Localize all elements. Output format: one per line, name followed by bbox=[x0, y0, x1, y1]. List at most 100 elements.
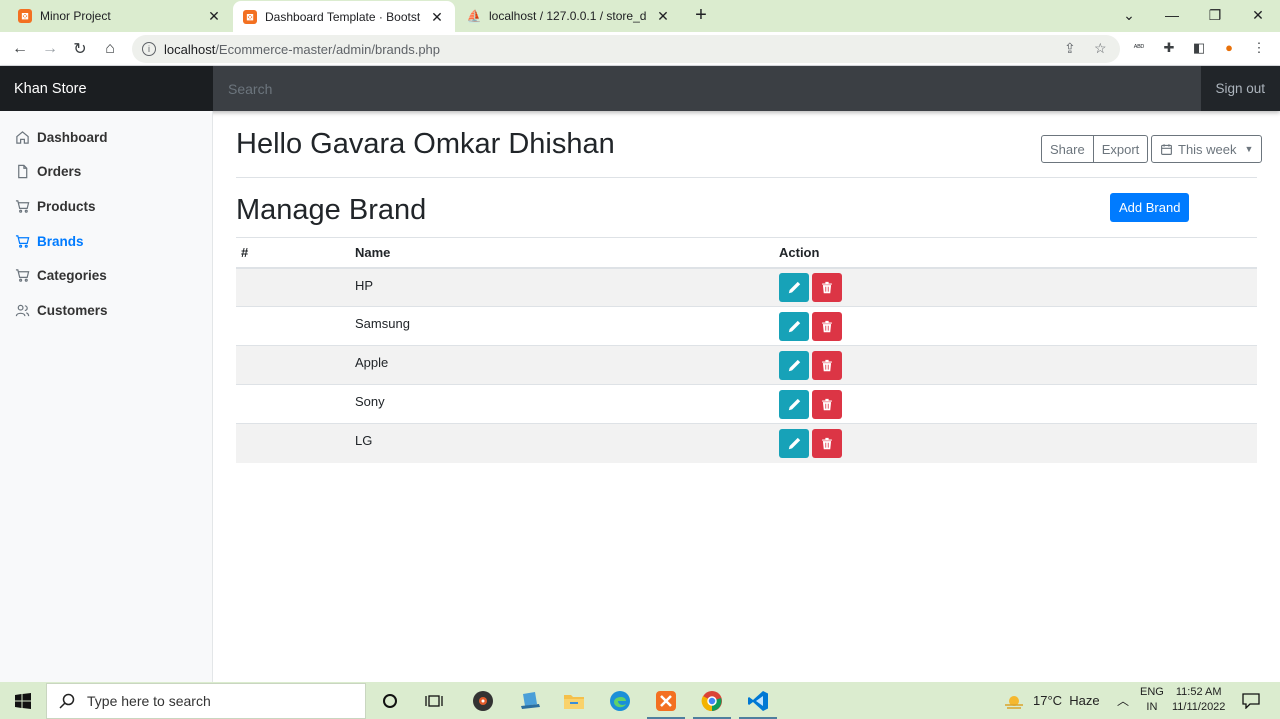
brand-logo[interactable]: Khan Store bbox=[0, 66, 213, 111]
period-dropdown[interactable]: This week ▼ bbox=[1151, 135, 1263, 163]
profile-avatar-icon[interactable]: ● bbox=[1220, 40, 1238, 55]
cell-number bbox=[236, 345, 350, 385]
share-button[interactable]: Share bbox=[1041, 135, 1094, 163]
share-icon[interactable]: ⇪ bbox=[1064, 40, 1076, 57]
edit-button[interactable] bbox=[779, 428, 809, 458]
browser-tab-strip: ⊠ Minor Project ✕ ⊠ Dashboard Template ·… bbox=[0, 0, 1280, 33]
table-row: HP bbox=[236, 267, 1257, 307]
tab-label: Dashboard Template · Bootstrap bbox=[265, 10, 421, 24]
file-explorer-icon[interactable] bbox=[561, 688, 587, 714]
header-divider bbox=[236, 177, 1257, 178]
trash-icon bbox=[822, 281, 832, 293]
sidebar-item-label: Dashboard bbox=[37, 129, 108, 145]
tab-label: localhost / 127.0.0.1 / store_db / bbox=[489, 9, 647, 23]
puzzle-icon[interactable]: ✚ bbox=[1160, 40, 1178, 56]
sidebar-item-customers[interactable]: Customers bbox=[14, 298, 108, 322]
table-row: Sony bbox=[236, 384, 1257, 424]
cell-actions bbox=[774, 345, 1257, 385]
table-row: Samsung bbox=[236, 306, 1257, 346]
address-bar[interactable]: i localhost/Ecommerce-master/admin/brand… bbox=[132, 35, 1120, 63]
reload-icon[interactable]: ↻ bbox=[68, 37, 92, 61]
sidebar-item-label: Categories bbox=[37, 267, 107, 283]
xampp-icon: ⊠ bbox=[243, 10, 257, 24]
clock-time: 11:52 AM bbox=[1175, 686, 1222, 698]
forward-icon[interactable]: → bbox=[38, 37, 62, 61]
chrome-browser-icon[interactable] bbox=[699, 688, 725, 714]
language-top: ENG bbox=[1140, 686, 1164, 698]
pencil-icon bbox=[788, 398, 800, 410]
sidebar-item-brands[interactable]: Brands bbox=[14, 229, 84, 253]
export-button[interactable]: Export bbox=[1093, 135, 1149, 163]
menu-kebab-icon[interactable]: ⋮ bbox=[1250, 40, 1268, 56]
home-icon[interactable]: ⌂ bbox=[98, 37, 122, 61]
cell-name: HP bbox=[350, 267, 774, 307]
extension-icon[interactable]: ᴬᴮᴰ bbox=[1130, 43, 1148, 52]
system-clock[interactable]: 11:52 AM 11/11/2022 bbox=[1172, 685, 1225, 715]
delete-button[interactable] bbox=[812, 311, 842, 341]
search-icon bbox=[59, 693, 75, 709]
show-hidden-icons-chevron-icon[interactable]: ︿ bbox=[1117, 682, 1129, 719]
sidebar-item-label: Products bbox=[37, 198, 96, 214]
edit-button[interactable] bbox=[779, 272, 809, 302]
notification-icon[interactable] bbox=[1238, 688, 1264, 714]
cell-name: Sony bbox=[350, 384, 774, 424]
sidebar-item-dashboard[interactable]: Dashboard bbox=[14, 125, 108, 149]
tab-phpmyadmin[interactable]: ⛵ localhost / 127.0.0.1 / store_db / ✕ bbox=[457, 0, 681, 32]
delete-button[interactable] bbox=[812, 389, 842, 419]
new-tab-icon[interactable]: + bbox=[690, 4, 712, 27]
sidebar-item-orders[interactable]: Orders bbox=[14, 159, 81, 183]
restore-icon[interactable]: ❐ bbox=[1193, 0, 1237, 30]
sidebar-item-products[interactable]: Products bbox=[14, 194, 96, 218]
weather-haze-icon bbox=[1003, 692, 1025, 710]
edit-button[interactable] bbox=[779, 389, 809, 419]
tab-minor-project[interactable]: ⊠ Minor Project ✕ bbox=[8, 0, 232, 32]
delete-button[interactable] bbox=[812, 272, 842, 302]
column-header-action: Action bbox=[774, 237, 1257, 269]
calendar-icon bbox=[1160, 143, 1173, 156]
language-bottom: IN bbox=[1146, 701, 1158, 713]
delete-button[interactable] bbox=[812, 350, 842, 380]
add-brand-button[interactable]: Add Brand bbox=[1110, 193, 1190, 222]
windows-start-icon[interactable] bbox=[10, 688, 36, 714]
bookmark-star-icon[interactable]: ☆ bbox=[1094, 40, 1107, 57]
site-info-icon[interactable]: i bbox=[142, 42, 156, 56]
edit-button[interactable] bbox=[779, 311, 809, 341]
media-player-icon[interactable] bbox=[470, 688, 496, 714]
close-window-icon[interactable]: ✕ bbox=[1236, 0, 1280, 30]
close-icon[interactable]: ✕ bbox=[429, 9, 445, 26]
search-input[interactable] bbox=[213, 66, 1201, 111]
column-header-name: Name bbox=[350, 237, 774, 269]
weather-widget[interactable]: 17°C Haze bbox=[1003, 682, 1100, 719]
close-icon[interactable]: ✕ bbox=[655, 8, 671, 25]
sidebar-item-categories[interactable]: Categories bbox=[14, 263, 107, 287]
windows-taskbar: Type here to search 17°C Haze ︿ ENG IN 1… bbox=[0, 682, 1280, 719]
side-panel-icon[interactable]: ◧ bbox=[1190, 40, 1208, 56]
laptop-app-icon[interactable] bbox=[517, 688, 543, 714]
pencil-icon bbox=[788, 281, 800, 293]
edge-browser-icon[interactable] bbox=[607, 688, 633, 714]
trash-icon bbox=[822, 359, 832, 371]
file-icon bbox=[14, 163, 30, 179]
sidebar-item-label: Orders bbox=[37, 163, 82, 179]
minimize-icon[interactable]: — bbox=[1150, 0, 1194, 30]
task-view-icon[interactable] bbox=[421, 688, 447, 714]
browser-toolbar: ← → ↻ ⌂ i localhost/Ecommerce-master/adm… bbox=[0, 32, 1280, 66]
delete-button[interactable] bbox=[812, 428, 842, 458]
trash-icon bbox=[822, 320, 832, 332]
phpmyadmin-icon: ⛵ bbox=[466, 9, 482, 23]
language-indicator[interactable]: ENG IN bbox=[1140, 685, 1164, 715]
back-icon[interactable]: ← bbox=[8, 37, 32, 61]
xampp-taskbar-icon[interactable] bbox=[653, 688, 679, 714]
tab-dashboard-template[interactable]: ⊠ Dashboard Template · Bootstrap ✕ bbox=[233, 1, 455, 33]
sign-out-link[interactable]: Sign out bbox=[1215, 66, 1265, 111]
sidebar-item-label: Brands bbox=[37, 233, 84, 249]
cell-number bbox=[236, 306, 350, 346]
brands-table: # Name Action HP Samsung Apple Sony LG bbox=[236, 237, 1257, 463]
cortana-icon[interactable] bbox=[377, 688, 403, 714]
taskbar-search-box[interactable]: Type here to search bbox=[46, 683, 366, 719]
close-icon[interactable]: ✕ bbox=[206, 8, 222, 25]
vscode-icon[interactable] bbox=[745, 688, 771, 714]
edit-button[interactable] bbox=[779, 350, 809, 380]
tab-search-chevron-icon[interactable]: ⌄ bbox=[1107, 0, 1151, 30]
table-row: Apple bbox=[236, 345, 1257, 385]
